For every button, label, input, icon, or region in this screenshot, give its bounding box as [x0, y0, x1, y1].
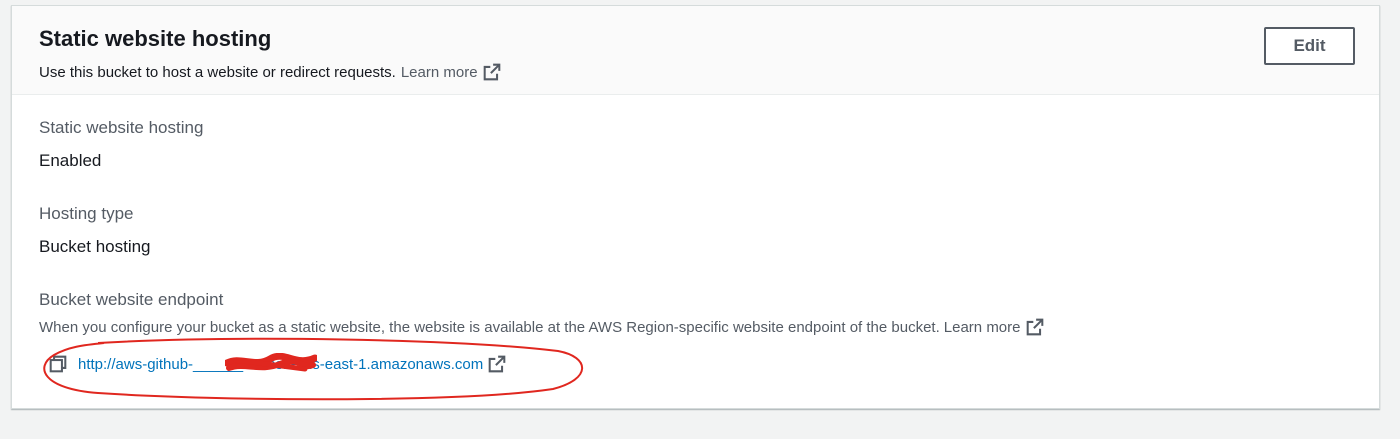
static-website-hosting-panel: Static website hosting Use this bucket t… [11, 5, 1380, 409]
learn-more-link[interactable]: Learn more [401, 63, 501, 81]
hosting-status-label: Static website hosting [39, 118, 204, 137]
endpoint-url-link[interactable]: http://aws-github-______-website-us-east… [78, 355, 506, 373]
endpoint-learn-more-link[interactable]: Learn more [944, 318, 1044, 336]
learn-more-label: Learn more [400, 63, 478, 81]
copy-icon[interactable] [49, 355, 67, 373]
panel-description-text: Use this bucket to host a website or red… [39, 63, 396, 81]
hosting-status-value: Enabled [39, 151, 102, 170]
endpoint-description: When you configure your bucket as a stat… [39, 318, 1044, 336]
endpoint-row: http://aws-github-______-website-us-east… [49, 355, 506, 373]
hosting-type-label: Hosting type [39, 204, 134, 223]
edit-button[interactable]: Edit [1264, 27, 1355, 65]
panel-description: Use this bucket to host a website or red… [39, 63, 501, 81]
panel-title: Static website hosting [39, 26, 272, 51]
endpoint-url-text: http://aws-github-______-website-us-east… [78, 355, 484, 373]
endpoint-learn-more-label: Learn more [943, 318, 1021, 336]
external-link-icon [483, 63, 500, 81]
endpoint-description-text: When you configure your bucket as a stat… [39, 318, 940, 336]
panel-header: Static website hosting Use this bucket t… [12, 6, 1379, 95]
external-link-icon [1026, 318, 1043, 336]
endpoint-label: Bucket website endpoint [39, 290, 224, 309]
external-link-icon [488, 355, 506, 373]
hosting-type-value: Bucket hosting [39, 237, 151, 256]
